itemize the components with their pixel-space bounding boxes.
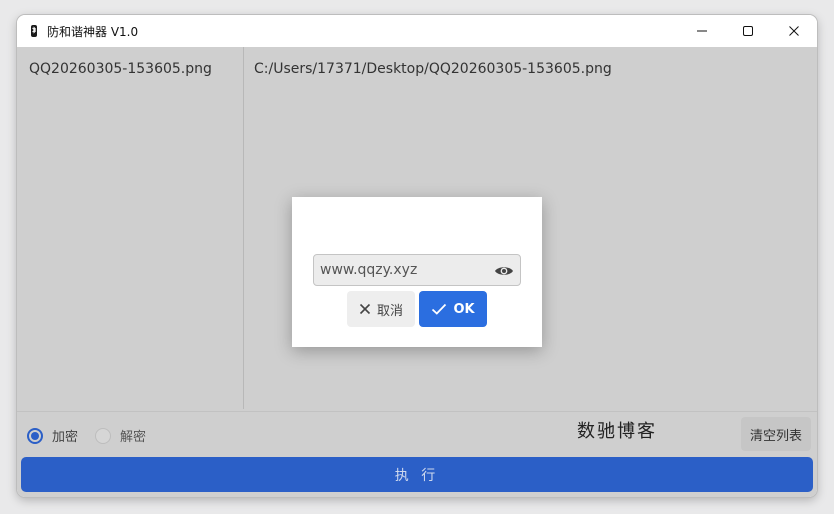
close-button[interactable] <box>771 15 817 47</box>
radio-selected-indicator[interactable] <box>27 427 43 444</box>
file-name-list[interactable]: QQ20260305-153605.png <box>17 47 244 409</box>
x-icon <box>359 303 371 315</box>
title-bar[interactable]: 防和谐神器 V1.0 <box>17 15 817 47</box>
cancel-label: 取消 <box>376 303 403 319</box>
ok-label: OK <box>453 301 475 317</box>
password-dialog: www.qqzy.xyz 取消 OK <box>292 197 542 347</box>
minimize-button[interactable] <box>679 15 725 47</box>
divider <box>17 411 817 412</box>
execute-button[interactable]: 执 行 <box>21 457 813 492</box>
radio-unselected-indicator[interactable] <box>95 427 111 444</box>
radio-encrypt[interactable]: 加密 <box>27 426 78 445</box>
radio-encrypt-label: 加密 <box>52 430 79 445</box>
eye-icon[interactable] <box>494 263 514 279</box>
check-icon <box>431 303 447 315</box>
radio-decrypt[interactable]: 解密 <box>95 426 146 445</box>
list-item[interactable]: C:/Users/17371/Desktop/QQ20260305-153605… <box>254 61 612 77</box>
list-item[interactable]: QQ20260305-153605.png <box>29 61 212 77</box>
cancel-button[interactable]: 取消 <box>347 291 415 327</box>
app-icon <box>31 25 37 37</box>
desktop: 防和谐神器 V1.0 QQ20260305-153605.png C:/User… <box>0 0 834 514</box>
ok-button[interactable]: OK <box>419 291 487 327</box>
minimize-icon <box>697 30 707 32</box>
radio-decrypt-label: 解密 <box>120 430 147 445</box>
maximize-icon <box>743 26 753 36</box>
window-title: 防和谐神器 V1.0 <box>47 25 139 39</box>
password-value: www.qqzy.xyz <box>320 262 418 278</box>
password-input[interactable]: www.qqzy.xyz <box>313 254 521 286</box>
close-icon <box>789 26 799 36</box>
watermark-text: 数驰博客 <box>577 421 657 442</box>
clear-list-button[interactable]: 清空列表 <box>741 417 811 451</box>
maximize-button[interactable] <box>725 15 771 47</box>
